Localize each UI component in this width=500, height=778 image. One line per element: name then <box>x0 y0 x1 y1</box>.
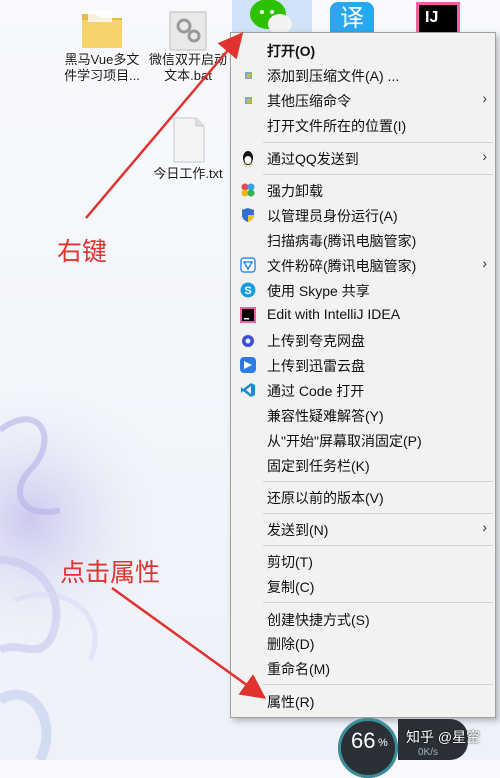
memory-widget[interactable]: 66 % <box>338 718 398 778</box>
memory-percent: 66 <box>351 728 376 753</box>
annotation-arrows <box>85 32 267 699</box>
arrow-to-properties <box>111 586 267 699</box>
network-widget: 知乎 @星空 0K/s <box>398 719 480 760</box>
percent-sign: % <box>378 737 388 749</box>
net-speed: 0K/s <box>418 747 439 758</box>
watermark: 知乎 @星空 <box>406 729 481 745</box>
arrow-to-icon <box>85 32 244 219</box>
